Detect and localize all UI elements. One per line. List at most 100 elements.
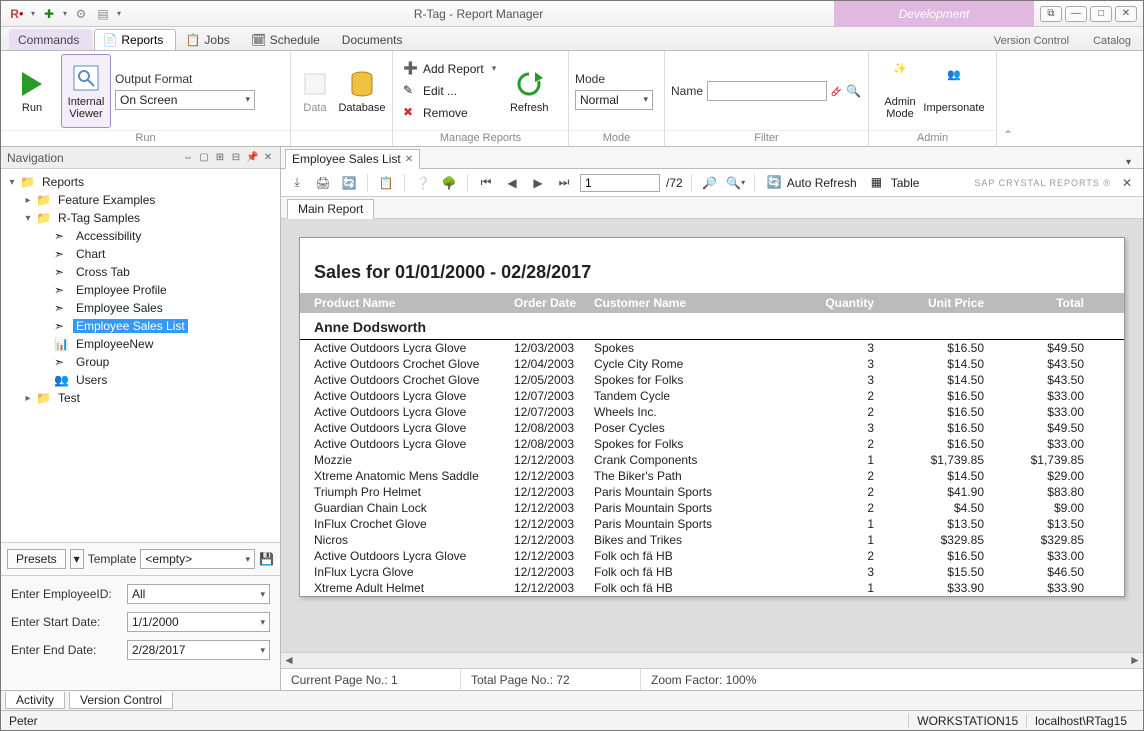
tree-node[interactable]: ➣Cross Tab: [1, 263, 280, 281]
nav-tool-3-icon[interactable]: ⊞: [214, 152, 226, 163]
copy-icon[interactable]: 📋: [376, 173, 396, 193]
tree-node[interactable]: ➣Chart: [1, 245, 280, 263]
tree-node[interactable]: ➣Employee Profile: [1, 281, 280, 299]
tree-node[interactable]: ➣Accessibility: [1, 227, 280, 245]
nav-tool-2-icon[interactable]: ▢: [198, 152, 210, 163]
first-page-icon[interactable]: ⏮: [476, 173, 496, 193]
add-report-button[interactable]: ➕Add Report▾: [399, 58, 500, 80]
minimize-button[interactable]: —: [1065, 6, 1087, 22]
auto-refresh-button[interactable]: 🔄Auto Refresh: [763, 172, 861, 194]
param-combo[interactable]: 1/1/2000▾: [127, 612, 270, 632]
export-icon[interactable]: ⤓: [287, 173, 307, 193]
scroll-right-icon[interactable]: ►: [1127, 653, 1143, 668]
table-row: Guardian Chain Lock12/12/2003Paris Mount…: [300, 500, 1124, 516]
tree-node[interactable]: ▸📁Feature Examples: [1, 191, 280, 209]
qat-drop-1[interactable]: ▾: [29, 9, 37, 18]
filter-search-icon[interactable]: 🔍: [846, 84, 861, 98]
refresh-viewer-icon[interactable]: 🔄: [339, 173, 359, 193]
version-control-link[interactable]: Version Control: [982, 35, 1081, 50]
internal-viewer-button[interactable]: Internal Viewer: [61, 54, 111, 128]
param-combo[interactable]: 2/28/2017▾: [127, 640, 270, 660]
tab-reports[interactable]: 📄Reports: [94, 29, 176, 50]
scroll-left-icon[interactable]: ◄: [281, 653, 297, 668]
bottom-tab-version-control[interactable]: Version Control: [69, 692, 173, 709]
print-icon[interactable]: 🖨: [313, 173, 333, 193]
ribbon-group-run-label: Run: [1, 130, 290, 146]
report-viewer[interactable]: Sales for 01/01/2000 - 02/28/2017 Produc…: [281, 219, 1143, 652]
nav-tool-4-icon[interactable]: ⊟: [230, 152, 242, 163]
tree-node[interactable]: ➣Group: [1, 353, 280, 371]
tree-expander-icon[interactable]: ▾: [23, 213, 33, 224]
qat-drop-3[interactable]: ▾: [115, 9, 123, 18]
qat-list-icon[interactable]: ▤: [93, 4, 113, 24]
catalog-link[interactable]: Catalog: [1081, 35, 1143, 50]
run-button[interactable]: Run: [7, 54, 57, 128]
popup-button[interactable]: ⧉: [1040, 6, 1062, 22]
qat-settings-icon[interactable]: ⚙: [71, 4, 91, 24]
table-button[interactable]: ▦Table: [867, 172, 924, 194]
tab-jobs[interactable]: 📋Jobs: [178, 30, 241, 50]
tab-close-icon[interactable]: ✕: [405, 154, 413, 165]
output-format-combo[interactable]: On Screen▾: [115, 90, 255, 110]
tab-commands[interactable]: Commands: [9, 29, 92, 50]
tree-node[interactable]: ▾📁Reports: [1, 173, 280, 191]
tree-expander-icon[interactable]: ▾: [7, 177, 17, 188]
maximize-button[interactable]: □: [1090, 6, 1112, 22]
tree-node[interactable]: ➣Employee Sales List: [1, 317, 280, 335]
zoom-icon[interactable]: 🔍▾: [726, 173, 746, 193]
group-tree-icon[interactable]: 🌳: [439, 173, 459, 193]
table-cell: 12/12/2003: [514, 485, 594, 499]
tree-expander-icon[interactable]: ▸: [23, 393, 33, 404]
navigation-tree[interactable]: ▾📁Reports▸📁Feature Examples▾📁R-Tag Sampl…: [1, 169, 280, 542]
tab-schedule[interactable]: 🗓Schedule: [244, 30, 332, 50]
save-template-icon[interactable]: 💾: [259, 552, 274, 566]
help-icon[interactable]: ❔: [413, 173, 433, 193]
ribbon-collapse-icon[interactable]: ⌃: [997, 128, 1019, 146]
presets-button[interactable]: Presets: [7, 549, 66, 569]
qat-new-icon[interactable]: ✚: [39, 4, 59, 24]
tree-expander-icon[interactable]: ▸: [23, 195, 33, 206]
name-filter-input[interactable]: [707, 81, 827, 101]
page-number-input[interactable]: [580, 174, 660, 192]
tree-node[interactable]: ➣Employee Sales: [1, 299, 280, 317]
tab-documents[interactable]: Documents: [334, 30, 415, 50]
nav-pin-icon[interactable]: 📌: [246, 152, 258, 163]
param-combo[interactable]: All▾: [127, 584, 270, 604]
qat-drop-2[interactable]: ▾: [61, 9, 69, 18]
viewer-close-icon[interactable]: ✕: [1117, 173, 1137, 193]
bottom-tab-activity[interactable]: Activity: [5, 692, 65, 709]
tree-item-label: Accessibility: [73, 229, 144, 243]
table-cell: $1,739.85: [874, 453, 984, 467]
filter-clear-icon[interactable]: 🜸: [831, 78, 842, 103]
database-button[interactable]: Database: [337, 54, 387, 128]
remove-report-button[interactable]: ✖Remove: [399, 102, 500, 124]
horizontal-scrollbar[interactable]: ◄ ►: [281, 652, 1143, 668]
nav-tool-1-icon[interactable]: ⇔: [182, 152, 194, 163]
main-report-tab[interactable]: Main Report: [287, 199, 374, 219]
template-combo[interactable]: <empty>▾: [140, 549, 255, 569]
document-tabs-dropdown[interactable]: ▾: [1126, 157, 1139, 168]
table-cell: $16.50: [874, 389, 984, 403]
last-page-icon[interactable]: ⏭: [554, 173, 574, 193]
prev-page-icon[interactable]: ◀: [502, 173, 522, 193]
tree-node[interactable]: ▾📁R-Tag Samples: [1, 209, 280, 227]
edit-icon: ✎: [403, 83, 419, 99]
table-cell: Active Outdoors Crochet Glove: [314, 373, 514, 387]
tree-node[interactable]: 👥Users: [1, 371, 280, 389]
refresh-button[interactable]: Refresh: [504, 54, 554, 128]
tree-node[interactable]: 📊EmployeeNew: [1, 335, 280, 353]
close-button[interactable]: ✕: [1115, 6, 1137, 22]
edit-report-button[interactable]: ✎Edit ...: [399, 80, 500, 102]
mode-combo[interactable]: Normal▾: [575, 90, 653, 110]
admin-mode-button[interactable]: ✨ Admin Mode: [875, 54, 925, 128]
find-icon[interactable]: 🔎: [700, 173, 720, 193]
table-cell: $43.50: [984, 357, 1084, 371]
tree-node[interactable]: ▸📁Test: [1, 389, 280, 407]
presets-dropdown[interactable]: ▾: [70, 549, 84, 569]
document-tab[interactable]: Employee Sales List✕: [285, 149, 420, 169]
next-page-icon[interactable]: ▶: [528, 173, 548, 193]
app-icon[interactable]: R●: [7, 4, 27, 24]
nav-close-icon[interactable]: ✕: [262, 152, 274, 163]
viewer-icon: [70, 62, 102, 94]
impersonate-button[interactable]: 👥 Impersonate: [929, 54, 979, 128]
